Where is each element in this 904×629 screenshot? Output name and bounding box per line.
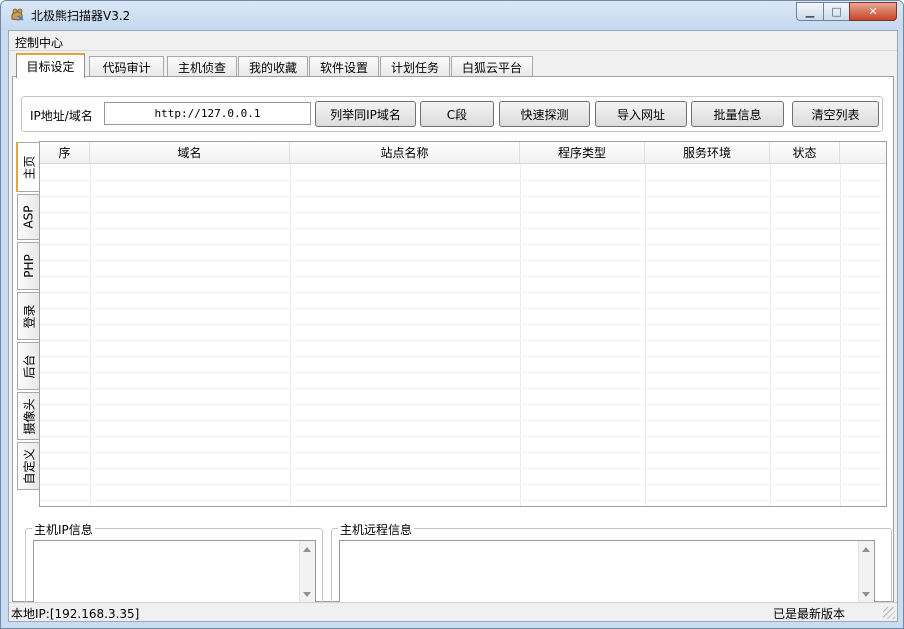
grid-row-line (40, 260, 886, 261)
window-title: 北极熊扫描器V3.2 (31, 9, 131, 23)
target-input-group: IP地址/域名 http://127.0.0.1 列举同IP域名 C段 快速探测… (21, 96, 883, 132)
menu-control-center[interactable]: 控制中心 (15, 34, 63, 51)
tab-host-recon[interactable]: 主机侦查 (167, 56, 237, 77)
polar-bear-app-icon (11, 8, 24, 21)
grid-row-line (40, 388, 886, 389)
host-ip-info-textarea[interactable] (33, 540, 316, 604)
app-window: 北极熊扫描器V3.2 ▁ □ ✕ 控制中心 目标设定 代码审计 主机侦查 我的收… (0, 0, 904, 629)
column-program-type[interactable]: 程序类型 (520, 142, 645, 164)
scroll-up-icon[interactable] (303, 547, 311, 552)
grid-row-line (40, 196, 886, 197)
grid-column-line (520, 164, 521, 506)
main-tab-strip: 目标设定 代码审计 主机侦查 我的收藏 软件设置 计划任务 白狐云平台 (9, 52, 897, 78)
tab-target-settings[interactable]: 目标设定 (16, 53, 85, 78)
scroll-down-icon[interactable] (303, 592, 311, 597)
grid-column-line (840, 164, 841, 506)
tab-code-audit[interactable]: 代码审计 (89, 56, 164, 77)
grid-row-line (40, 180, 886, 181)
scroll-up-icon[interactable] (862, 547, 870, 552)
clear-list-button[interactable]: 清空列表 (792, 101, 879, 127)
host-remote-info-group: 主机远程信息 (331, 521, 892, 604)
grid-row-line (40, 468, 886, 469)
grid-row-line (40, 372, 886, 373)
column-status[interactable]: 状态 (770, 142, 840, 164)
scroll-down-icon[interactable] (862, 592, 870, 597)
side-tab-custom-label: 自定义 (22, 447, 37, 485)
batch-info-button[interactable]: 批量信息 (691, 101, 784, 127)
side-tab-admin[interactable]: 后台 (17, 342, 39, 390)
status-bar: 本地IP:[192.168.3.35] 已是最新版本 (9, 602, 897, 621)
table-header: 序 域名 站点名称 程序类型 服务环境 状态 (40, 142, 886, 164)
grid-row-line (40, 484, 886, 485)
host-ip-info-group: 主机IP信息 (25, 521, 323, 604)
grid-row-line (40, 308, 886, 309)
url-input[interactable]: http://127.0.0.1 (104, 102, 311, 125)
url-label: IP地址/域名 (30, 109, 93, 123)
grid-row-line (40, 244, 886, 245)
maximize-button[interactable]: □ (823, 2, 850, 21)
host-ip-info-label: 主机IP信息 (32, 521, 95, 538)
side-tab-camera-label: 摄像头 (22, 397, 37, 435)
grid-row-line (40, 340, 886, 341)
grid-column-line (290, 164, 291, 506)
grid-row-line (40, 212, 886, 213)
side-tab-admin-label: 后台 (22, 353, 37, 379)
side-tab-custom[interactable]: 自定义 (17, 442, 39, 490)
minimize-button[interactable]: ▁ (796, 2, 824, 21)
grid-row-line (40, 276, 886, 277)
host-remote-info-scrollbar[interactable] (858, 541, 874, 603)
tab-favorites[interactable]: 我的收藏 (238, 56, 308, 77)
host-ip-info-scrollbar[interactable] (299, 541, 315, 603)
grid-row-line (40, 436, 886, 437)
side-tab-php[interactable]: PHP (17, 242, 39, 290)
tab-scheduled-tasks[interactable]: 计划任务 (380, 56, 450, 77)
close-button[interactable]: ✕ (849, 2, 897, 21)
import-urls-button[interactable]: 导入网址 (595, 101, 687, 127)
side-tab-asp-label: ASP (21, 205, 36, 229)
grid-row-line (40, 356, 886, 357)
grid-row-line (40, 228, 886, 229)
list-same-ip-domains-button[interactable]: 列举同IP域名 (315, 101, 416, 127)
column-domain[interactable]: 域名 (90, 142, 290, 164)
close-icon: ✕ (868, 5, 878, 18)
side-tab-camera[interactable]: 摄像头 (17, 392, 39, 440)
client-area: 控制中心 目标设定 代码审计 主机侦查 我的收藏 软件设置 计划任务 白狐云平台… (8, 30, 898, 622)
side-tab-php-label: PHP (21, 254, 36, 278)
side-tab-login-label: 登录 (22, 303, 37, 329)
title-bar[interactable]: 北极熊扫描器V3.2 ▁ □ ✕ (1, 1, 903, 30)
tab-baihu-cloud[interactable]: 白狐云平台 (451, 56, 533, 77)
resize-grip-icon[interactable] (883, 607, 895, 619)
grid-column-line (645, 164, 646, 506)
grid-row-line (40, 452, 886, 453)
host-remote-info-textarea[interactable] (339, 540, 875, 604)
side-tab-asp[interactable]: ASP (17, 194, 39, 240)
target-settings-page: IP地址/域名 http://127.0.0.1 列举同IP域名 C段 快速探测… (12, 76, 894, 604)
menu-bar: 控制中心 (9, 31, 897, 51)
grid-row-line (40, 500, 886, 501)
minimize-icon: ▁ (805, 5, 815, 18)
side-tab-login[interactable]: 登录 (17, 292, 39, 340)
quick-probe-button[interactable]: 快速探测 (499, 101, 590, 127)
maximize-icon: □ (831, 5, 842, 18)
grid-column-line (770, 164, 771, 506)
grid-row-line (40, 404, 886, 405)
grid-column-line (90, 164, 91, 506)
c-segment-button[interactable]: C段 (420, 101, 494, 127)
grid-row-line (40, 324, 886, 325)
tab-software-settings[interactable]: 软件设置 (309, 56, 379, 77)
grid-row-line (40, 292, 886, 293)
side-tab-home-label: 主页 (22, 154, 37, 180)
column-index[interactable]: 序 (40, 142, 90, 164)
host-remote-info-label: 主机远程信息 (338, 521, 415, 538)
local-ip-status: 本地IP:[192.168.3.35] (11, 607, 140, 621)
grid-row-line (40, 420, 886, 421)
results-table[interactable]: 序 域名 站点名称 程序类型 服务环境 状态 (39, 141, 887, 507)
version-status: 已是最新版本 (772, 607, 845, 621)
column-site-name[interactable]: 站点名称 (290, 142, 520, 164)
column-server-env[interactable]: 服务环境 (645, 142, 770, 164)
side-tab-strip: 主页 ASP PHP 登录 后台 摄像头 自定义 (16, 142, 40, 490)
side-tab-home[interactable]: 主页 (16, 142, 40, 192)
